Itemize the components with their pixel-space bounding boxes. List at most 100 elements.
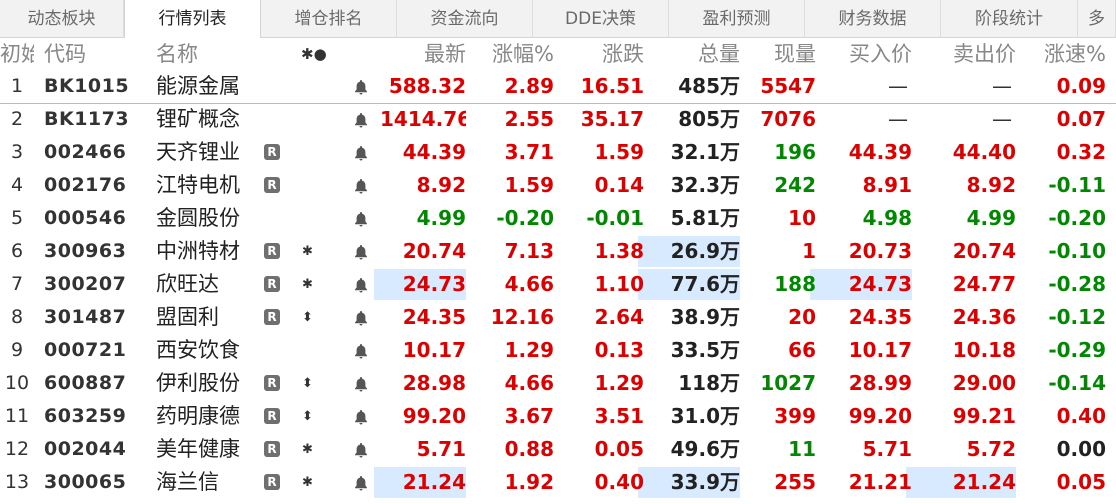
header-bid[interactable]: 买入价 <box>816 38 912 70</box>
current-volume: 1027 <box>760 371 816 395</box>
stock-name: 药明康德 <box>156 404 240 428</box>
latest-price: 99.20 <box>402 404 466 428</box>
header-flags[interactable]: ✱● <box>301 38 337 70</box>
tab-7[interactable]: 阶段统计 <box>941 0 1078 38</box>
ask-price: 44.40 <box>952 140 1016 164</box>
stock-name: 欣旺达 <box>156 272 219 296</box>
header-ask[interactable]: 卖出价 <box>912 38 1016 70</box>
header-change-pct[interactable]: 涨幅% <box>466 38 554 70</box>
change-pct: 0.88 <box>504 437 554 461</box>
stock-name: 海兰信 <box>156 470 219 494</box>
ask-price: 24.77 <box>952 272 1016 296</box>
total-volume: 485万 <box>678 74 740 98</box>
header-code[interactable]: 代码 <box>44 38 134 70</box>
total-volume: 38.9万 <box>670 305 740 329</box>
change: 1.10 <box>594 272 644 296</box>
table-row[interactable]: 1 BK1015 能源金属 588.32 2.89 16.51 485万 5547 — — 0.09 <box>0 70 1116 104</box>
tab-3[interactable]: 资金流向 <box>397 0 533 38</box>
current-volume: 255 <box>774 470 816 494</box>
tab-0[interactable]: 动态板块 <box>0 0 124 38</box>
latest-price: 10.17 <box>402 338 466 362</box>
bell-icon[interactable] <box>354 136 368 169</box>
stock-name: 天齐锂业 <box>156 140 240 164</box>
bell-icon[interactable] <box>354 334 368 367</box>
stock-name: 美年健康 <box>156 437 240 461</box>
change-pct: 3.71 <box>504 140 554 164</box>
r-badge-icon: R <box>264 375 280 391</box>
r-badge-icon: R <box>264 408 280 424</box>
total-volume: 5.81万 <box>670 206 740 230</box>
bid-price: 24.73 <box>848 272 912 296</box>
bell-icon[interactable] <box>354 433 368 466</box>
r-badge-icon: R <box>264 441 280 457</box>
current-volume: 7076 <box>760 107 816 131</box>
header-current-volume[interactable]: 现量 <box>740 38 816 70</box>
tab-8[interactable]: 多 <box>1078 0 1116 38</box>
stock-code: BK1173 <box>44 108 130 130</box>
table-row[interactable]: 11 603259 药明康德 R ⬍ 99.20 3.67 3.51 31.0万 399 99.20… <box>0 400 1116 433</box>
change: -0.01 <box>586 206 644 230</box>
change: 0.05 <box>594 437 644 461</box>
speed-pct: -0.29 <box>1048 338 1106 362</box>
bid-price: 8.91 <box>862 173 912 197</box>
change: 35.17 <box>580 107 644 131</box>
bell-icon[interactable] <box>354 367 368 400</box>
bid-price: 10.17 <box>848 338 912 362</box>
bell-icon[interactable] <box>354 301 368 334</box>
change: 0.14 <box>594 173 644 197</box>
speed-pct: -0.12 <box>1048 305 1106 329</box>
r-badge-icon: R <box>264 144 280 160</box>
ask-price: 29.00 <box>952 371 1016 395</box>
speed-pct: 0.40 <box>1056 404 1106 428</box>
bell-icon[interactable] <box>354 400 368 433</box>
bell-icon[interactable] <box>354 70 368 103</box>
tab-2[interactable]: 增仓排名 <box>261 0 397 38</box>
bid-price: 99.20 <box>848 404 912 428</box>
header-name[interactable]: 名称 <box>156 38 246 70</box>
stock-code: BK1015 <box>44 75 130 97</box>
bid-price: 28.99 <box>848 371 912 395</box>
table-row[interactable]: 8 301487 盟固利 R ⬍ 24.35 12.16 2.64 38.9万 20 24.35 24… <box>0 301 1116 334</box>
bell-icon[interactable] <box>354 235 368 268</box>
table-row[interactable]: 12 002044 美年健康 R ✱ 5.71 0.88 0.05 49.6万 11 5.71 5.7… <box>0 433 1116 466</box>
table-row[interactable]: 10 600887 伊利股份 R ⬍ 28.98 4.66 1.29 118万 1027 28.99… <box>0 367 1116 400</box>
r-badge-icon: R <box>264 243 280 259</box>
table-row[interactable]: 13 300065 海兰信 R ✱ 21.24 1.92 0.40 33.9万 255 21.21 2… <box>0 466 1116 499</box>
current-volume: 10 <box>788 206 816 230</box>
bell-icon[interactable] <box>354 169 368 202</box>
flag-icon: ✱ <box>302 442 313 457</box>
table-row[interactable]: 2 BK1173 锂矿概念 1414.76 2.55 35.17 805万 7076 — — 0.0… <box>0 103 1116 136</box>
current-volume: 188 <box>774 272 816 296</box>
stock-name: 盟固利 <box>156 305 219 329</box>
bell-icon[interactable] <box>354 202 368 235</box>
total-volume: 33.9万 <box>670 470 740 494</box>
header-speed[interactable]: 涨速% <box>1016 38 1106 70</box>
bid-price: 21.21 <box>848 470 912 494</box>
total-volume: 33.5万 <box>670 338 740 362</box>
speed-pct: -0.10 <box>1048 239 1106 263</box>
ask-price: 99.21 <box>952 404 1016 428</box>
table-row[interactable]: 9 000721 西安饮食 10.17 1.29 0.13 33.5万 66 10.17 10.1… <box>0 334 1116 367</box>
tab-5[interactable]: 盈利预测 <box>669 0 805 38</box>
bell-icon[interactable] <box>354 103 368 136</box>
bell-icon[interactable] <box>354 466 368 499</box>
table-row[interactable]: 7 300207 欣旺达 R ✱ 24.73 4.66 1.10 77.6万 188 24.73 24… <box>0 268 1116 301</box>
header-latest[interactable]: 最新 <box>380 38 466 70</box>
tab-6[interactable]: 财务数据 <box>805 0 941 38</box>
stock-name: 伊利股份 <box>156 371 240 395</box>
header-change[interactable]: 涨跌 <box>554 38 644 70</box>
tab-1[interactable]: 行情列表 <box>124 0 261 39</box>
stock-code: 002044 <box>44 438 127 460</box>
table-row[interactable]: 4 002176 江特电机 R 8.92 1.59 0.14 32.3万 242 8.91 8.92… <box>0 169 1116 202</box>
table-row[interactable]: 5 000546 金圆股份 4.99 -0.20 -0.01 5.81万 10 4.98 4.99… <box>0 202 1116 235</box>
change-pct: 7.13 <box>504 239 554 263</box>
row-index: 13 <box>4 471 30 493</box>
header-index[interactable]: 初始 <box>0 38 34 70</box>
table-row[interactable]: 3 002466 天齐锂业 R 44.39 3.71 1.59 32.1万 196 44.39 44… <box>0 136 1116 169</box>
change-pct: 4.66 <box>504 371 554 395</box>
header-volume[interactable]: 总量 <box>644 38 740 70</box>
tab-4[interactable]: DDE决策 <box>533 0 669 38</box>
table-row[interactable]: 6 300963 中洲特材 R ✱ 20.74 7.13 1.38 26.9万 1 20.73 20.… <box>0 235 1116 268</box>
bell-icon[interactable] <box>354 268 368 301</box>
stock-name: 金圆股份 <box>156 206 240 230</box>
